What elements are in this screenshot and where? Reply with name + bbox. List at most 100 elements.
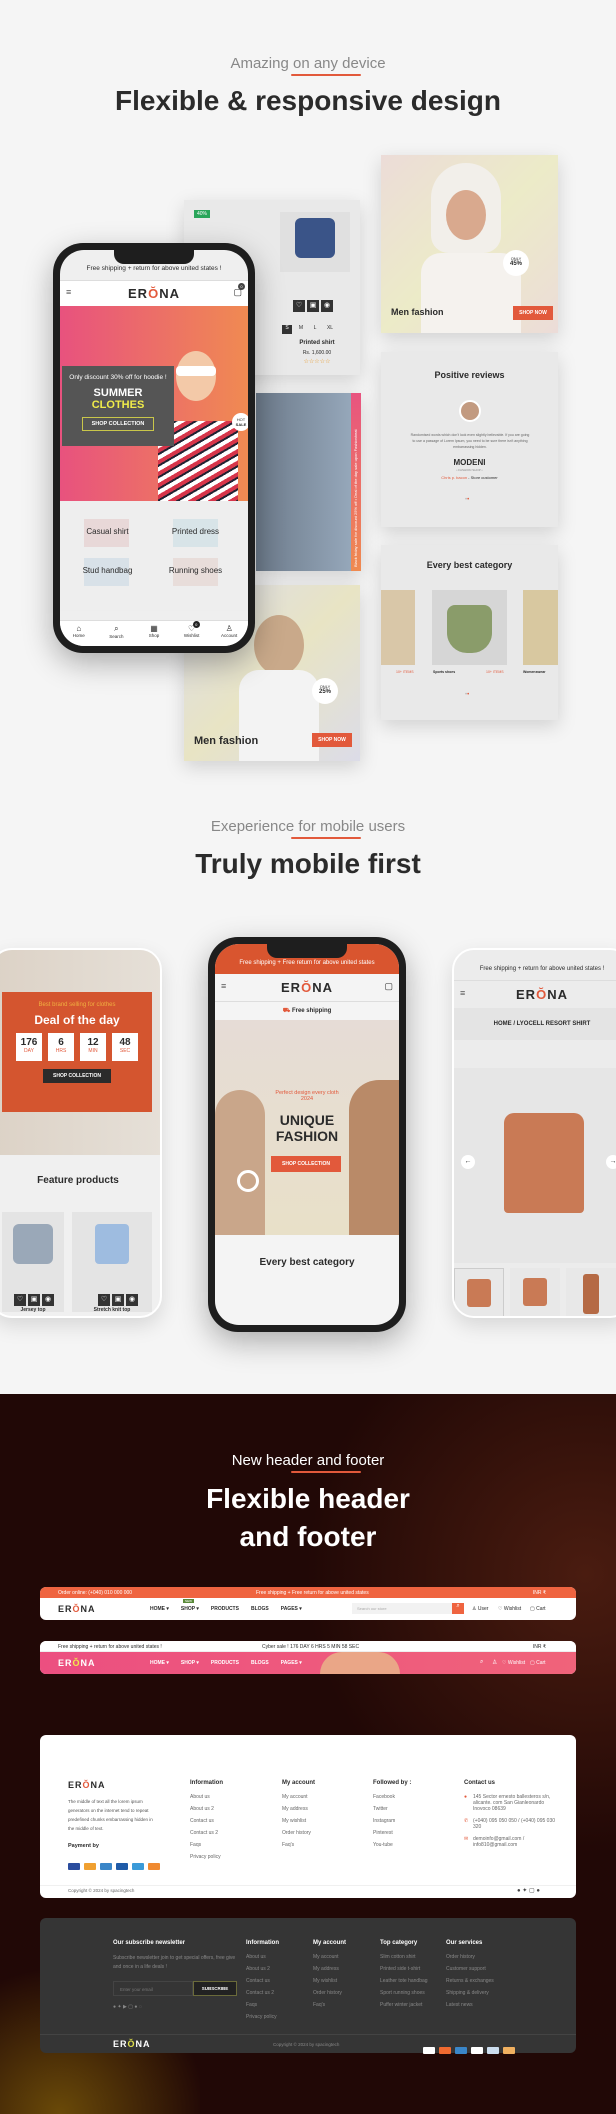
footer-link[interactable]: Shipping & delivery bbox=[446, 1990, 494, 1996]
nav-pages[interactable]: PAGES ▾ bbox=[281, 1606, 302, 1612]
tab-account[interactable]: ♙ Account bbox=[210, 621, 248, 646]
footer-link[interactable]: Facebook bbox=[373, 1794, 411, 1800]
footer-link[interactable]: Pinterest bbox=[373, 1830, 411, 1836]
contact-phone[interactable]: ✆ (+040) 095 050 050 / (+040) 095 030 320 bbox=[464, 1818, 559, 1830]
product-name[interactable]: Jersey top bbox=[2, 1307, 64, 1313]
footer-link[interactable]: My wishlist bbox=[313, 1978, 346, 1984]
footer-link[interactable]: Latest news bbox=[446, 2002, 494, 2008]
footer-link[interactable]: Puffer winter jacket bbox=[380, 2002, 428, 2008]
footer-link[interactable]: Contact us bbox=[190, 1818, 223, 1824]
footer-link[interactable]: Printed side t-shirt bbox=[380, 1966, 428, 1972]
footer-link[interactable]: My account bbox=[313, 1954, 346, 1960]
pinterest-icon[interactable]: ● bbox=[134, 2004, 137, 2010]
twitter-icon[interactable]: ✦ bbox=[117, 2004, 121, 2010]
carousel-dots[interactable]: •• bbox=[465, 692, 469, 698]
size-option[interactable]: S bbox=[282, 325, 292, 334]
user-icon[interactable]: ♙ bbox=[492, 1659, 497, 1666]
nav-products[interactable]: PRODUCTS bbox=[211, 1606, 239, 1612]
footer-link[interactable]: Customer support bbox=[446, 1966, 494, 1972]
wishlist-link[interactable]: ♡ Wishlist bbox=[502, 1660, 525, 1666]
footer-link[interactable]: Faq's bbox=[282, 1842, 315, 1848]
eye-icon[interactable]: ◉ bbox=[321, 300, 333, 312]
shop-collection-button[interactable]: SHOP COLLECTION bbox=[271, 1156, 341, 1172]
shop-collection-button[interactable]: SHOP COLLECTION bbox=[43, 1069, 111, 1083]
footer-link[interactable]: You-tube bbox=[373, 1842, 411, 1848]
footer-link[interactable]: Contact us bbox=[246, 1978, 279, 1984]
footer-link[interactable]: Sport running shoes bbox=[380, 1990, 428, 1996]
footer-link[interactable]: About us bbox=[246, 1954, 279, 1960]
prev-arrow-icon[interactable]: ← bbox=[461, 1155, 475, 1169]
footer-link[interactable]: Instagram bbox=[373, 1818, 411, 1824]
size-option[interactable]: L bbox=[310, 325, 320, 334]
subscribe-button[interactable]: SUBSCRIBE bbox=[193, 1981, 237, 1996]
next-arrow-icon[interactable]: → bbox=[606, 1155, 616, 1169]
pinterest-icon[interactable]: ● bbox=[536, 1888, 540, 1894]
footer-link[interactable]: My wishlist bbox=[282, 1818, 315, 1824]
footer-link[interactable]: Order history bbox=[446, 1954, 494, 1960]
bag-icon[interactable]: ▣ bbox=[28, 1294, 40, 1306]
whatsapp-icon[interactable]: ◌ bbox=[139, 2004, 142, 2010]
logo[interactable]: ERŎNA bbox=[454, 987, 616, 1002]
twitter-icon[interactable]: ✦ bbox=[522, 1888, 527, 1894]
wishlist-link[interactable]: ♡ Wishlist bbox=[498, 1606, 521, 1612]
currency-select[interactable]: INR ₹ bbox=[533, 1644, 546, 1650]
footer-link[interactable]: About us bbox=[190, 1794, 223, 1800]
contact-email[interactable]: ✉ demoinfo@gmail.com / info810@gmail.com bbox=[464, 1836, 559, 1848]
carousel-dots[interactable]: •• bbox=[465, 497, 469, 503]
product-name[interactable]: Stretch knit top bbox=[72, 1307, 152, 1313]
logo[interactable]: ERŎNA bbox=[60, 286, 248, 301]
category-image[interactable] bbox=[432, 590, 507, 665]
nav-blogs[interactable]: BLOGS bbox=[251, 1606, 269, 1612]
footer-link[interactable]: Slim cotton shirt bbox=[380, 1954, 428, 1960]
footer-link[interactable]: Faqs bbox=[246, 2002, 279, 2008]
nav-pages[interactable]: PAGES ▾ bbox=[281, 1660, 302, 1666]
tab-home[interactable]: ⌂ Home bbox=[60, 621, 98, 646]
cart-icon[interactable]: ▢ bbox=[384, 981, 393, 992]
tab-shop[interactable]: ▦ Shop bbox=[135, 621, 173, 646]
footer-link[interactable]: Faqs bbox=[190, 1842, 223, 1848]
eye-icon[interactable]: ◉ bbox=[126, 1294, 138, 1306]
product-thumbnail[interactable] bbox=[454, 1268, 504, 1316]
facebook-icon[interactable]: ● bbox=[517, 1888, 521, 1894]
footer-link[interactable]: My address bbox=[282, 1806, 315, 1812]
product-thumbnail[interactable] bbox=[566, 1268, 616, 1316]
category-link[interactable]: Stud handbag bbox=[70, 566, 145, 575]
search-icon[interactable]: ⌕ bbox=[480, 1659, 483, 1666]
footer-link[interactable]: Returns & exchanges bbox=[446, 1978, 494, 1984]
footer-link[interactable]: Faq's bbox=[313, 2002, 346, 2008]
nav-blogs[interactable]: BLOGS bbox=[251, 1660, 269, 1666]
category-image[interactable] bbox=[523, 590, 558, 665]
product-name[interactable]: Printed shirt bbox=[280, 340, 354, 346]
heart-icon[interactable]: ♡ bbox=[293, 300, 305, 312]
bag-icon[interactable]: ▣ bbox=[307, 300, 319, 312]
cart-link[interactable]: ▢ Cart bbox=[530, 1660, 546, 1666]
footer-link[interactable]: About us 2 bbox=[190, 1806, 223, 1812]
size-option[interactable]: XL bbox=[324, 325, 336, 334]
nav-home[interactable]: HOME ▾ bbox=[150, 1660, 169, 1666]
logo[interactable]: ERŎNA bbox=[68, 1780, 106, 1790]
shop-collection-button[interactable]: SHOP COLLECTION bbox=[82, 417, 154, 431]
footer-link[interactable]: Leather tote handbag bbox=[380, 1978, 428, 1984]
category-link[interactable]: Casual shirt bbox=[70, 527, 145, 536]
search-button[interactable]: ⌕ bbox=[452, 1603, 464, 1614]
breadcrumb[interactable]: HOME / LYOCELL RESORT SHIRT bbox=[454, 1008, 616, 1040]
tab-search[interactable]: ⌕ Search bbox=[98, 621, 136, 646]
heart-icon[interactable]: ♡ bbox=[98, 1294, 110, 1306]
facebook-icon[interactable]: ● bbox=[113, 2004, 116, 2010]
category-link[interactable]: Printed dress bbox=[158, 527, 233, 536]
footer-link[interactable]: Privacy policy bbox=[190, 1854, 223, 1860]
youtube-icon[interactable]: ▶ bbox=[123, 2004, 127, 2010]
search-input[interactable]: Search our store bbox=[352, 1603, 452, 1614]
user-link[interactable]: ♙ User bbox=[472, 1606, 488, 1612]
footer-link[interactable]: Order history bbox=[313, 1990, 346, 1996]
tab-wishlist[interactable]: ♡ Wishlist 0 bbox=[173, 621, 211, 646]
category-image[interactable] bbox=[381, 590, 415, 665]
currency-select[interactable]: INR ₹ bbox=[533, 1590, 546, 1596]
footer-link[interactable]: About us 2 bbox=[246, 1966, 279, 1972]
footer-link[interactable]: Twitter bbox=[373, 1806, 411, 1812]
footer-link[interactable]: My address bbox=[313, 1966, 346, 1972]
heart-icon[interactable]: ♡ bbox=[14, 1294, 26, 1306]
logo[interactable]: ERŎNA bbox=[58, 1604, 96, 1614]
shop-now-button[interactable]: SHOP NOW bbox=[513, 306, 553, 320]
shop-now-button[interactable]: SHOP NOW bbox=[312, 733, 352, 747]
